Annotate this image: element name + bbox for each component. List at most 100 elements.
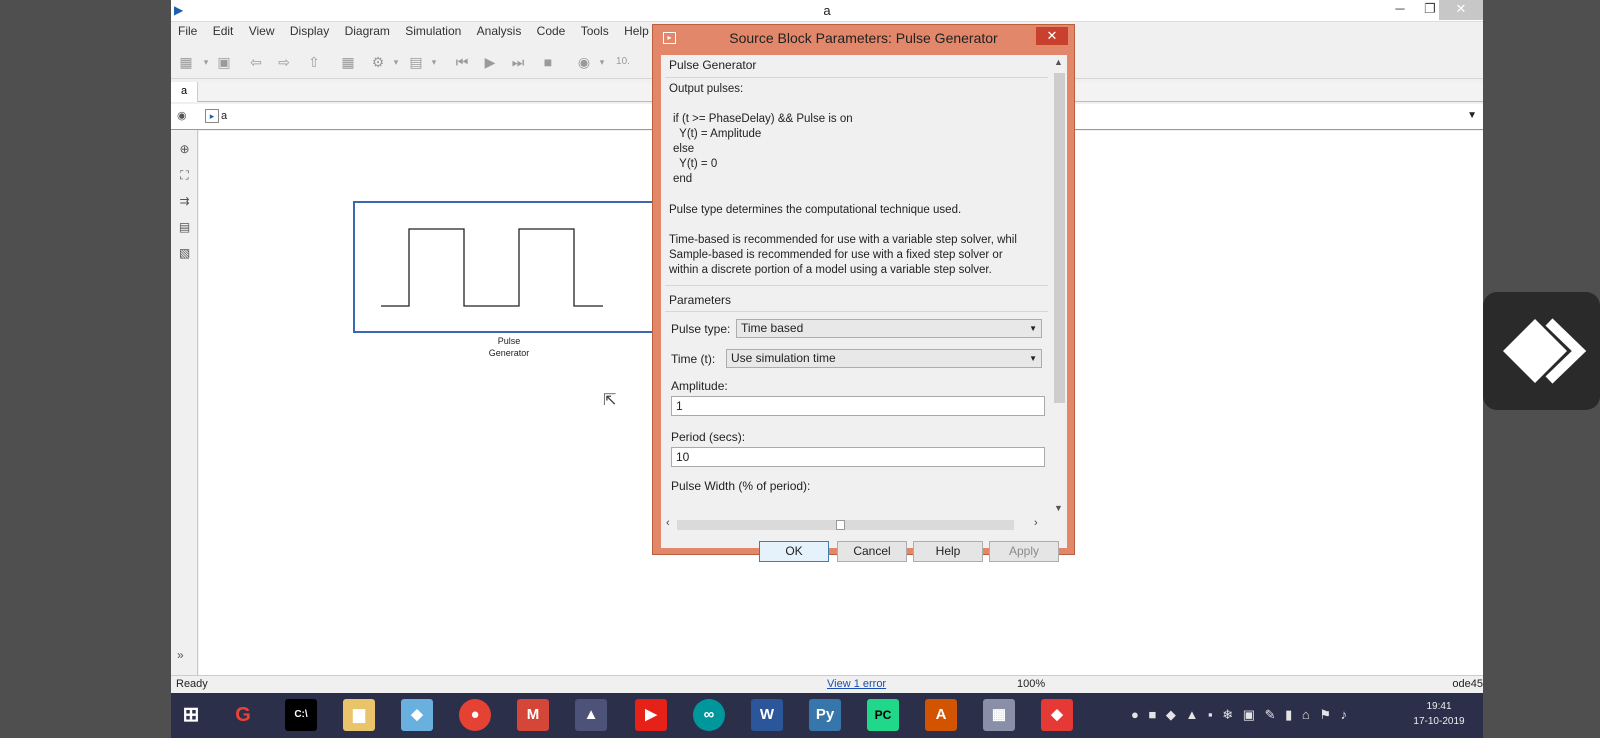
stop-time-input[interactable]: 10. [612, 53, 634, 71]
mouse-pointer-icon: ⇱ [603, 392, 617, 409]
word-icon[interactable]: W [751, 699, 783, 731]
menu-code[interactable]: Code [532, 22, 571, 40]
app2-icon[interactable]: ▦ [983, 699, 1015, 731]
menu-tools[interactable]: Tools [576, 22, 614, 40]
app-icon[interactable]: ◆ [401, 699, 433, 731]
help-button[interactable]: Help [913, 541, 983, 562]
new-model-icon[interactable]: ▦ [177, 53, 195, 71]
model-explorer-icon[interactable]: ▤ [407, 53, 425, 71]
model-icon: ▸ [205, 109, 219, 123]
ok-button[interactable]: OK [759, 541, 829, 562]
run-icon[interactable]: ▶ [481, 53, 499, 71]
amplitude-label: Amplitude: [671, 379, 728, 393]
block-label: Pulse Generator [488, 336, 530, 358]
youtube-icon[interactable]: ▶ [635, 699, 667, 731]
close-button[interactable]: ✕ [1439, 0, 1483, 20]
minimize-button[interactable]: ─ [1385, 0, 1415, 20]
menu-edit[interactable]: Edit [208, 22, 239, 40]
divider [665, 285, 1048, 286]
file-explorer-icon[interactable]: ▆ [343, 699, 375, 731]
address-dropdown-icon[interactable]: ▼ [1467, 110, 1477, 121]
chrome-icon[interactable]: ● [459, 699, 491, 731]
menu-view[interactable]: View [244, 22, 280, 40]
time-dropdown-icon: ▼ [1029, 354, 1037, 363]
menu-display[interactable]: Display [285, 22, 334, 40]
vertical-scrollbar[interactable]: ▲ ▼ [1052, 55, 1067, 517]
pulse-type-select[interactable]: Time based ▼ [736, 319, 1042, 338]
pulse-generator-block[interactable] [353, 201, 662, 333]
zoom-icon[interactable]: ⊕ [176, 142, 193, 159]
windows-taskbar: ⊞ G C:\ ▆ ◆ ● M ▲ ▶ ∞ W Py PC A ▦ ◆ ● ■ … [171, 693, 1483, 738]
windows-start-icon[interactable]: ⊞ [175, 699, 207, 731]
dialog-close-button[interactable]: ✕ [1036, 27, 1068, 45]
record-dropdown-icon[interactable]: ▾ [593, 53, 611, 71]
expand-icon[interactable]: » [177, 648, 184, 662]
pulse-type-description: Pulse type determines the computational … [669, 204, 962, 216]
view-error-link[interactable]: View 1 error [827, 678, 886, 690]
python-icon[interactable]: Py [809, 699, 841, 731]
record-icon[interactable]: ◉ [575, 53, 593, 71]
period-input[interactable]: 10 [671, 447, 1045, 467]
horizontal-scroll-thumb[interactable] [836, 520, 845, 530]
scroll-left-icon[interactable]: ‹ [666, 517, 670, 529]
amplitude-input[interactable]: 1 [671, 396, 1045, 416]
hide-browser-icon[interactable]: ◉ [177, 109, 187, 122]
apply-button[interactable]: Apply [989, 541, 1059, 562]
menu-file[interactable]: File [173, 22, 202, 40]
pulse-type-label: Pulse type: [671, 322, 731, 336]
menu-diagram[interactable]: Diagram [340, 22, 395, 40]
dialog-scroll-area[interactable]: Pulse Generator Output pulses: if (t >= … [661, 55, 1052, 517]
library-browser-icon[interactable]: ▦ [339, 53, 357, 71]
model-tab[interactable]: a [171, 82, 198, 102]
time-select[interactable]: Use simulation time ▼ [726, 349, 1042, 368]
taskbar-clock[interactable]: 19:41 17-10-2019 [1409, 699, 1469, 729]
window-title: a [823, 3, 831, 18]
menu-analysis[interactable]: Analysis [472, 22, 527, 40]
status-ready: Ready [176, 678, 208, 690]
arduino-icon[interactable]: ∞ [693, 699, 725, 731]
dialog-body: Pulse Generator Output pulses: if (t >= … [661, 55, 1067, 562]
step-back-icon[interactable]: ⏮ [453, 53, 471, 71]
settings-gear-icon[interactable]: ⚙ [369, 53, 387, 71]
pycharm-icon[interactable]: PC [867, 699, 899, 731]
left-letterbox [0, 0, 171, 738]
scroll-right-icon[interactable]: › [1034, 517, 1038, 529]
horizontal-scroll-track[interactable] [677, 520, 1014, 530]
settings-dropdown-icon[interactable]: ▾ [387, 53, 405, 71]
address-path[interactable]: a [221, 110, 227, 122]
scroll-down-icon[interactable]: ▼ [1054, 503, 1063, 513]
parameters-title: Parameters [669, 293, 732, 307]
matlab-icon[interactable]: ▲ [575, 699, 607, 731]
horizontal-scrollbar[interactable]: ‹ › [661, 517, 1052, 532]
pdf-icon[interactable]: A [925, 699, 957, 731]
fit-view-icon[interactable]: ⛶ [176, 168, 193, 185]
cmd-icon[interactable]: C:\ [285, 699, 317, 731]
dialog-title: Source Block Parameters: Pulse Generator [729, 30, 998, 46]
explorer-dropdown-icon[interactable]: ▾ [425, 53, 443, 71]
pulse-type-dropdown-icon: ▼ [1029, 324, 1037, 333]
menu-simulation[interactable]: Simulation [400, 22, 466, 40]
step-forward-icon[interactable]: ⏭ [509, 53, 527, 71]
recorder-icon[interactable]: ◆ [1041, 699, 1073, 731]
gmail-icon[interactable]: M [517, 699, 549, 731]
new-dropdown-icon[interactable]: ▾ [197, 53, 215, 71]
back-icon[interactable]: ⇦ [247, 53, 265, 71]
stop-icon[interactable]: ■ [539, 53, 557, 71]
save-icon[interactable]: ▣ [215, 53, 233, 71]
image-icon[interactable]: ▧ [176, 246, 193, 263]
forward-icon[interactable]: ⇨ [275, 53, 293, 71]
divider [665, 77, 1048, 78]
vertical-scroll-thumb[interactable] [1054, 73, 1065, 403]
cancel-button[interactable]: Cancel [837, 541, 907, 562]
output-heading: Output pulses: [669, 83, 744, 95]
recorder-logo [1483, 292, 1600, 410]
annotation-icon[interactable]: ▤ [176, 220, 193, 237]
up-icon[interactable]: ⇧ [305, 53, 323, 71]
output-equation: if (t >= PhaseDelay) && Pulse is on Y(t)… [673, 113, 853, 185]
menu-help[interactable]: Help [619, 22, 654, 40]
scroll-up-icon[interactable]: ▲ [1054, 57, 1063, 67]
time-label: Time (t): [671, 352, 716, 366]
arrows-icon[interactable]: ⇉ [176, 194, 193, 211]
system-tray[interactable]: ● ■ ◆ ▲ ▪ ❄ ▣ ✎ ▮ ⌂ ⚑ ♪ [1131, 707, 1350, 723]
google-icon[interactable]: G [227, 699, 259, 731]
